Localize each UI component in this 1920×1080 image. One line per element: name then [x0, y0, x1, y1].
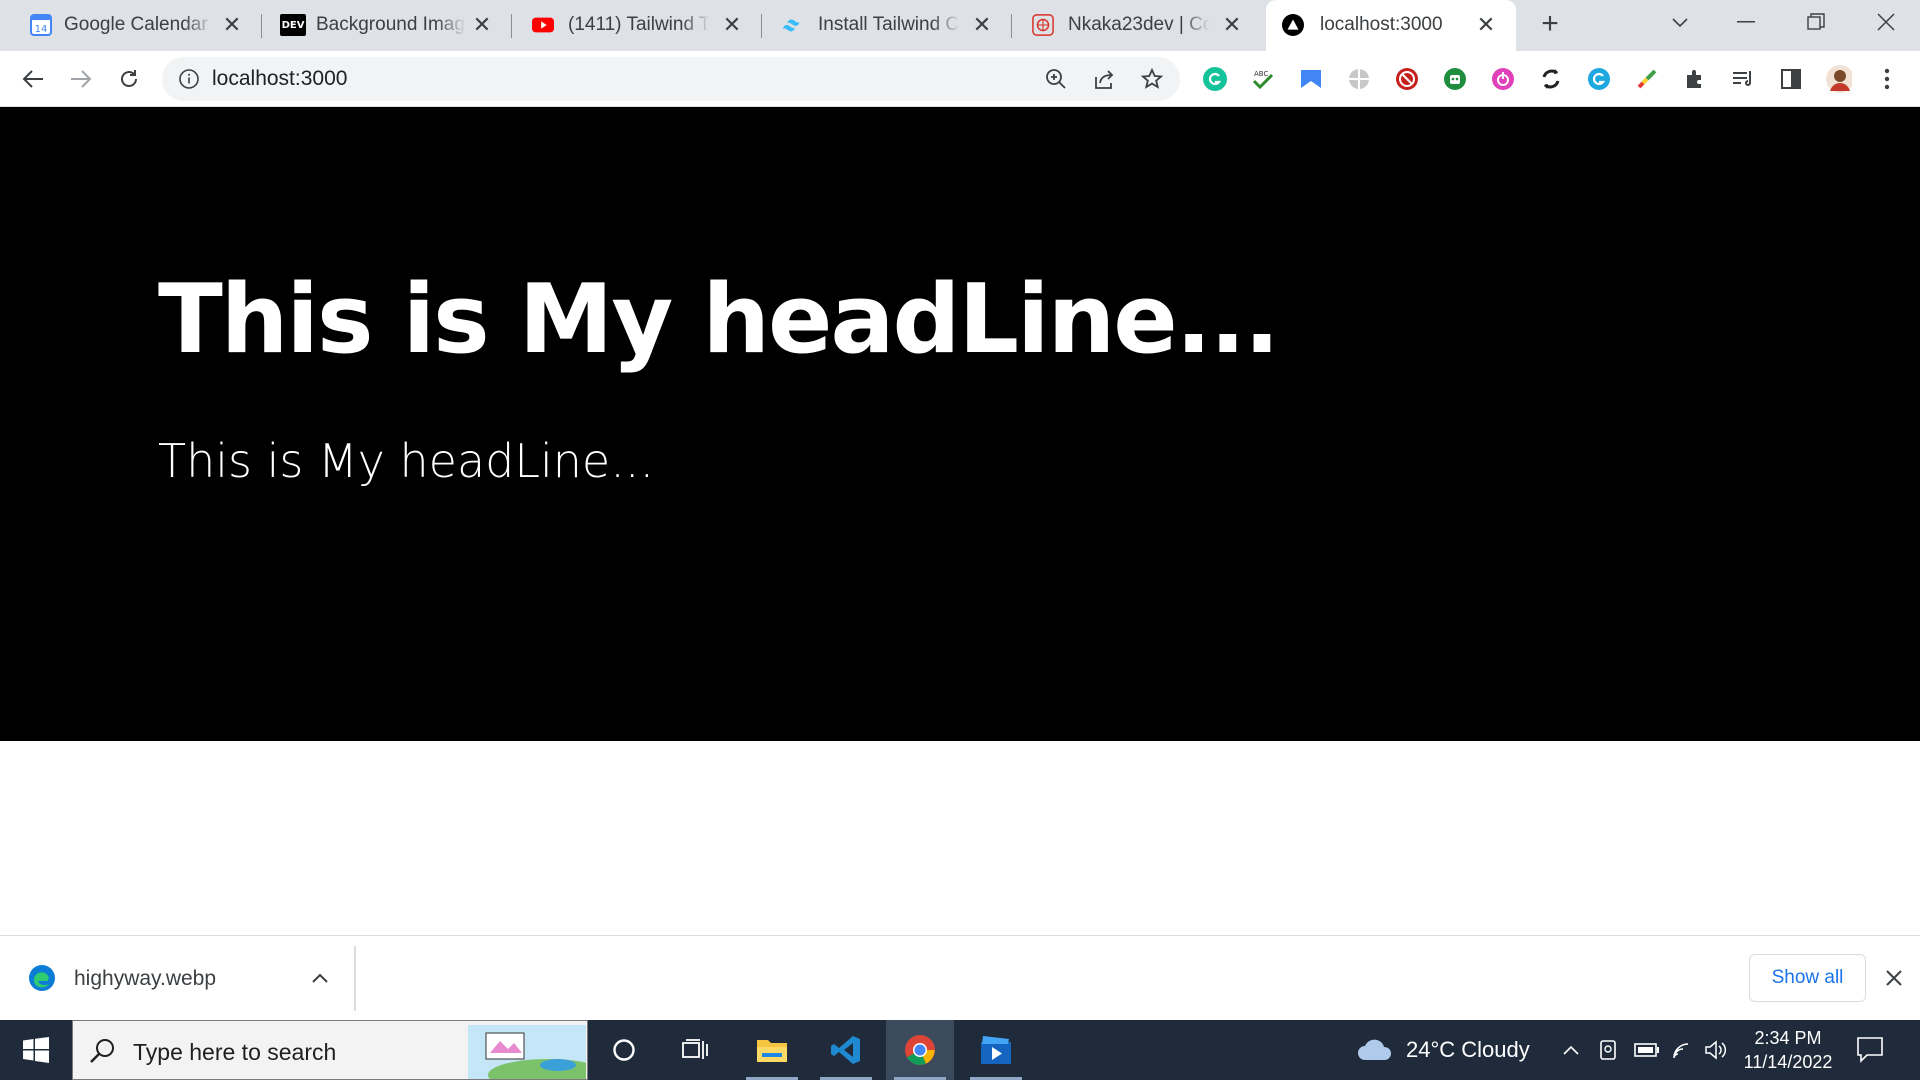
tab-strip: 14 Google Calendar - W ✕ DEV Background … — [0, 0, 1920, 51]
color-picker-icon[interactable] — [1634, 66, 1660, 92]
headline: This is My headLine... — [158, 265, 1280, 375]
tab-close-icon[interactable]: ✕ — [220, 13, 244, 37]
vercel-triangle-icon — [1282, 14, 1304, 36]
extensions-puzzle-icon[interactable] — [1682, 66, 1708, 92]
subheadline: This is My headLine... — [158, 434, 655, 488]
youtube-icon — [532, 14, 554, 36]
extensions-area — [1190, 57, 1880, 101]
tab-title: Background Image — [316, 14, 466, 35]
site-info-icon[interactable] — [178, 68, 200, 90]
system-clock[interactable]: 2:34 PM 11/14/2022 — [1730, 1026, 1846, 1074]
clock-time: 2:34 PM — [1754, 1028, 1822, 1048]
tab-title: (1411) Tailwind Tuto — [568, 14, 710, 35]
search-icon — [89, 1037, 117, 1065]
adblock-icon[interactable] — [1394, 66, 1420, 92]
download-bar: highyway.webp Show all — [0, 935, 1920, 1020]
google-calendar-icon: 14 — [30, 14, 52, 36]
globe-extension-icon[interactable] — [1346, 66, 1372, 92]
share-icon[interactable] — [1092, 67, 1116, 91]
notification-center-icon[interactable] — [1855, 1034, 1885, 1064]
file-explorer-icon[interactable] — [738, 1020, 806, 1080]
close-window-button[interactable] — [1858, 0, 1914, 44]
back-button[interactable] — [18, 64, 48, 94]
address-bar[interactable]: localhost:3000 — [162, 57, 1180, 101]
vscode-icon[interactable] — [812, 1020, 880, 1080]
forward-button[interactable] — [66, 64, 96, 94]
tailwind-icon — [782, 14, 804, 36]
browser-toolbar: localhost:3000 ABC — [0, 51, 1920, 107]
media-queue-icon[interactable] — [1730, 66, 1756, 92]
tab-title: Nkaka23dev | Code — [1068, 14, 1210, 35]
tab-nkaka23dev[interactable]: Nkaka23dev | Code ✕ — [1012, 0, 1262, 51]
sync-extension-icon[interactable] — [1538, 66, 1564, 92]
cloud-icon — [1358, 1039, 1392, 1060]
spellcheck-extension-icon[interactable]: ABC — [1250, 66, 1276, 92]
side-panel-icon[interactable] — [1778, 66, 1804, 92]
grammarly-go-icon[interactable] — [1586, 66, 1612, 92]
show-all-button[interactable]: Show all — [1749, 954, 1866, 1002]
chrome-icon[interactable] — [886, 1020, 954, 1080]
url-text: localhost:3000 — [212, 67, 348, 90]
weather-text: 24°C Cloudy — [1406, 1037, 1530, 1062]
tab-install-tailwind[interactable]: Install Tailwind CSS ✕ — [762, 0, 1012, 51]
tab-dev-background-image[interactable]: DEV Background Image ✕ — [262, 0, 512, 51]
tab-close-icon[interactable]: ✕ — [470, 13, 494, 37]
minimize-button[interactable] — [1718, 0, 1774, 44]
chatgpt-icon — [1032, 14, 1054, 36]
robot-extension-icon[interactable] — [1442, 66, 1468, 92]
bookmark-extension-icon[interactable] — [1298, 66, 1324, 92]
battery-icon[interactable] — [1634, 1020, 1660, 1080]
taskbar-search-box[interactable]: Type here to search — [72, 1020, 608, 1080]
wifi-icon[interactable] — [1672, 1020, 1696, 1080]
power-extension-icon[interactable] — [1490, 66, 1516, 92]
hero-section: This is My headLine... This is My headLi… — [0, 107, 1920, 741]
bookmark-star-icon[interactable] — [1140, 67, 1164, 91]
profile-avatar[interactable] — [1826, 65, 1852, 93]
volume-icon[interactable] — [1704, 1020, 1728, 1080]
meet-now-icon[interactable] — [1598, 1020, 1618, 1080]
new-tab-button[interactable]: + — [1534, 9, 1566, 41]
chevron-up-icon[interactable] — [308, 966, 332, 990]
windows-start-button[interactable] — [0, 1020, 72, 1080]
windows-taskbar: Type here to search 24°C Cloudy 2:34 PM … — [0, 1020, 1920, 1080]
search-placeholder: Type here to search — [133, 1039, 337, 1065]
dev-to-icon: DEV — [280, 14, 306, 36]
svg-text:ABC: ABC — [1254, 70, 1268, 78]
tab-google-calendar[interactable]: 14 Google Calendar - W ✕ — [0, 0, 262, 51]
video-editor-icon[interactable] — [962, 1020, 1030, 1080]
tab-close-icon[interactable]: ✕ — [970, 13, 994, 37]
tab-localhost[interactable]: localhost:3000 ✕ — [1266, 0, 1516, 51]
zoom-icon[interactable] — [1044, 67, 1068, 91]
show-hidden-icons-chevron-icon[interactable] — [1562, 1020, 1580, 1080]
grammarly-icon[interactable] — [1202, 66, 1228, 92]
tab-close-icon[interactable]: ✕ — [1220, 13, 1244, 37]
tab-title: Install Tailwind CSS — [818, 14, 960, 35]
reload-button[interactable] — [114, 64, 144, 94]
edge-file-icon — [28, 964, 56, 992]
tab-search-chevron-icon[interactable] — [1652, 0, 1708, 44]
search-highlight-illustration — [468, 1025, 608, 1080]
tab-close-icon[interactable]: ✕ — [1474, 13, 1498, 37]
menu-kebab-icon[interactable] — [1874, 66, 1900, 92]
tab-youtube-tailwind[interactable]: (1411) Tailwind Tuto ✕ — [512, 0, 762, 51]
weather-widget[interactable]: 24°C Cloudy — [1356, 1020, 1530, 1080]
clock-date: 11/14/2022 — [1743, 1052, 1833, 1072]
tab-title: Google Calendar - W — [64, 14, 214, 35]
tab-close-icon[interactable]: ✕ — [720, 13, 744, 37]
divider — [354, 946, 356, 1011]
cortana-button[interactable] — [590, 1020, 658, 1080]
tab-title: localhost:3000 — [1320, 14, 1443, 35]
svg-text:14: 14 — [35, 24, 48, 35]
task-view-button[interactable] — [662, 1020, 730, 1080]
close-icon[interactable] — [1882, 966, 1906, 990]
restore-button[interactable] — [1788, 0, 1844, 44]
download-file-name[interactable]: highyway.webp — [74, 967, 216, 991]
